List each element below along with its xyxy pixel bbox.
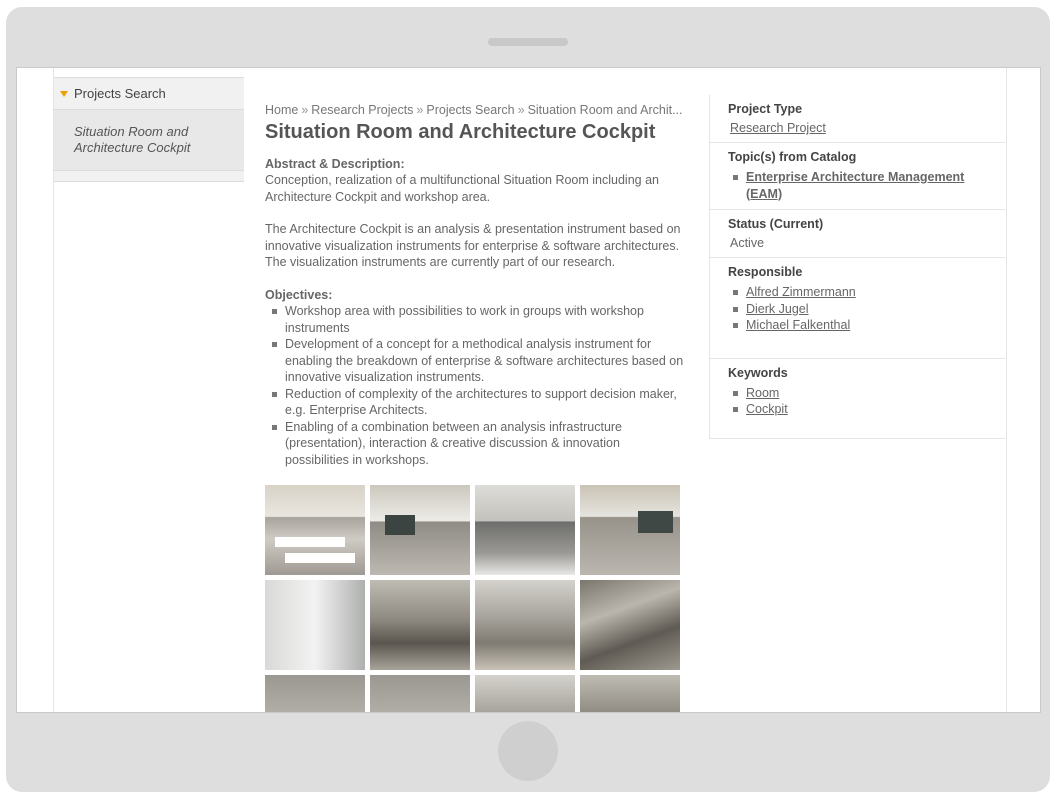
gallery-thumbnail[interactable] <box>475 485 575 575</box>
gallery-thumbnail[interactable] <box>475 675 575 712</box>
project-type-heading: Project Type <box>728 102 803 116</box>
page-container: Projects Search Situation Room and Archi… <box>53 68 1007 712</box>
main-content: Home» Research Projects» Projects Search» S… <box>265 102 685 712</box>
objectives-label: Objectives: <box>265 287 333 302</box>
breadcrumb-current: Situation Room and Archit... <box>527 103 683 117</box>
project-type-link[interactable]: Research Project <box>730 121 826 135</box>
gallery-thumbnail[interactable] <box>580 485 680 575</box>
gallery-thumbnail[interactable] <box>265 485 365 575</box>
list-item: Dierk Jugel <box>733 301 995 318</box>
objectives-list: Workshop area with possibilities to work… <box>265 303 685 468</box>
keyword-link[interactable]: Cockpit <box>746 402 788 416</box>
photo-gallery <box>265 485 685 712</box>
home-button[interactable] <box>498 721 558 781</box>
list-item: Cockpit <box>733 401 995 418</box>
responsible-list: Alfred Zimmermann Dierk Jugel Michael Fa… <box>728 284 995 334</box>
nav-footer <box>54 171 244 182</box>
breadcrumb-research-projects[interactable]: Research Projects <box>311 103 413 117</box>
breadcrumb-separator: » <box>416 103 424 117</box>
responsible-box: Responsible Alfred Zimmermann Dierk Juge… <box>709 258 1005 359</box>
gallery-thumbnail[interactable] <box>580 580 680 670</box>
breadcrumb-separator: » <box>301 103 309 117</box>
breadcrumb: Home» Research Projects» Projects Search» S… <box>265 102 685 119</box>
left-nav: Projects Search Situation Room and Archi… <box>54 68 244 182</box>
keywords-box: Keywords Room Cockpit <box>709 358 1005 439</box>
person-link[interactable]: Dierk Jugel <box>746 302 809 316</box>
topics-list: Enterprise Architecture Management (EAM) <box>728 169 995 202</box>
gallery-thumbnail[interactable] <box>265 580 365 670</box>
abstract-paragraph-1: Conception, realization of a multifuncti… <box>265 173 659 204</box>
screen: Projects Search Situation Room and Archi… <box>16 67 1041 713</box>
gallery-thumbnail[interactable] <box>580 675 680 712</box>
person-link[interactable]: Michael Falkenthal <box>746 318 850 332</box>
gallery-thumbnail[interactable] <box>370 485 470 575</box>
page-title: Situation Room and Architecture Cockpit <box>265 120 656 143</box>
list-item: Enterprise Architecture Management (EAM) <box>733 169 995 202</box>
status-box: Status (Current) Active <box>709 210 1005 258</box>
responsible-heading: Responsible <box>728 265 803 279</box>
topics-heading: Topic(s) from Catalog <box>728 150 857 164</box>
person-link[interactable]: Alfred Zimmermann <box>746 285 856 299</box>
nav-header-label: Projects Search <box>74 86 166 101</box>
nav-header-projects-search[interactable]: Projects Search <box>54 77 244 110</box>
objective-item: Development of a concept for a methodica… <box>272 337 684 384</box>
gallery-thumbnail[interactable] <box>265 675 365 712</box>
gallery-thumbnail[interactable] <box>370 675 470 712</box>
keywords-heading: Keywords <box>728 365 788 380</box>
breadcrumb-home[interactable]: Home <box>265 103 298 117</box>
triangle-down-icon <box>60 90 68 97</box>
status-heading: Status (Current) <box>728 217 824 231</box>
list-item: Alfred Zimmermann <box>733 284 995 301</box>
breadcrumb-projects-search[interactable]: Projects Search <box>426 103 514 117</box>
list-item: Michael Falkenthal <box>733 317 995 334</box>
keywords-list: Room Cockpit <box>728 385 995 418</box>
keyword-link[interactable]: Room <box>746 386 779 400</box>
breadcrumb-separator: » <box>517 103 525 117</box>
project-sidebar: Project Type Research Project Topic(s) f… <box>709 95 1005 439</box>
objective-item: Enabling of a combination between an ana… <box>272 419 685 469</box>
speaker-slot <box>488 38 568 46</box>
topic-link-eam[interactable]: Enterprise Architecture Management (EAM) <box>746 170 964 201</box>
status-value: Active <box>730 236 765 250</box>
gallery-thumbnail[interactable] <box>475 580 575 670</box>
topics-box: Topic(s) from Catalog Enterprise Archite… <box>709 143 1005 210</box>
objective-item: Reduction of complexity of the architect… <box>272 386 685 419</box>
gallery-thumbnail[interactable] <box>370 580 470 670</box>
list-item: Room <box>733 385 995 402</box>
abstract-label: Abstract & Description: <box>265 156 405 171</box>
objective-item: Workshop area with possibilities to work… <box>272 303 685 336</box>
nav-item-current[interactable]: Situation Room and Architecture Cockpit <box>54 110 244 171</box>
project-type-box: Project Type Research Project <box>709 95 1005 143</box>
abstract-paragraph-2: The Architecture Cockpit is an analysis … <box>265 222 681 269</box>
